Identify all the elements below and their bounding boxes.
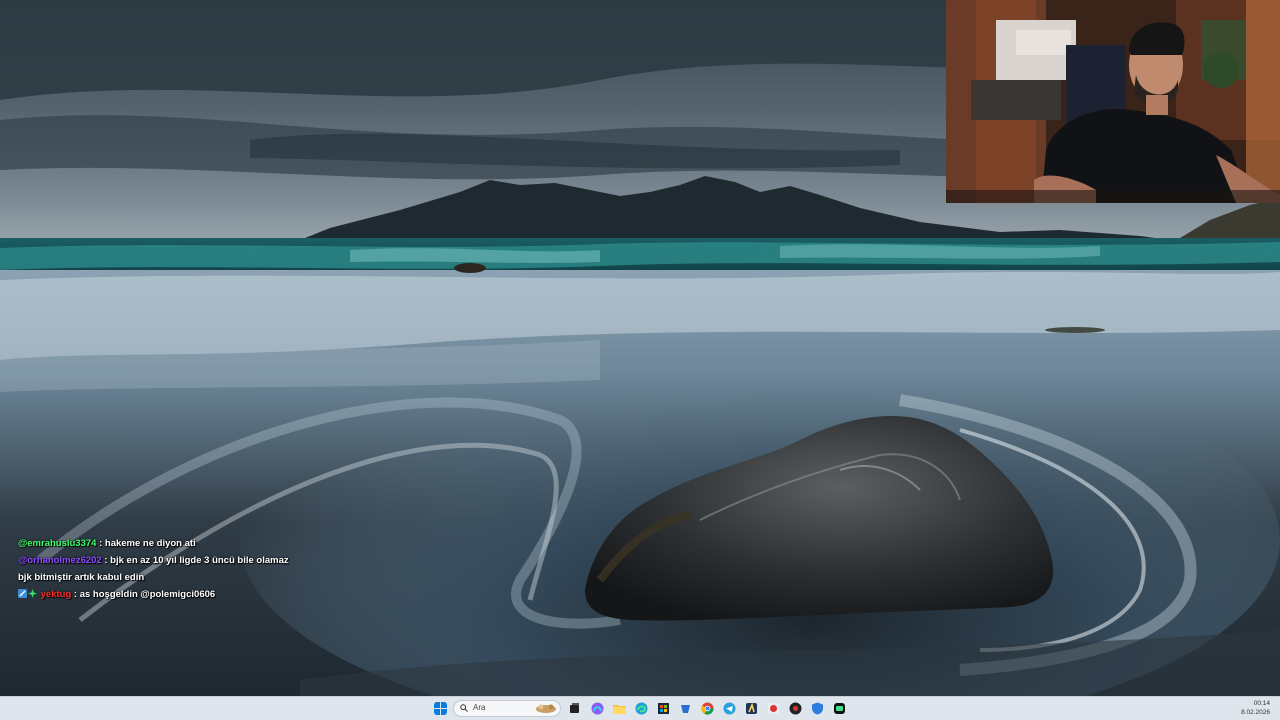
chat-text: bjk en az 10 yıl ligde 3 üncü bile olama… bbox=[110, 555, 289, 566]
chat-text: bjk bitmiştir artık kabul edin bbox=[18, 572, 145, 583]
taskbar: Ara 00:14 8.02.2026 bbox=[0, 696, 1280, 720]
webcam-overlay bbox=[946, 0, 1280, 203]
clock-date: 8.02.2026 bbox=[1241, 709, 1270, 716]
edge-icon[interactable] bbox=[635, 702, 648, 715]
app-icon-2[interactable] bbox=[745, 702, 758, 715]
store-icon[interactable] bbox=[657, 702, 670, 715]
chat-message: @orhanolmez6202 : bjk en az 10 yıl ligde… bbox=[18, 552, 318, 569]
chat-overlay: @emrahuslu3374 : hakeme ne diyon ati @or… bbox=[18, 535, 318, 603]
chat-username: yektug bbox=[40, 589, 72, 600]
chat-text: hakeme ne diyon ati bbox=[104, 538, 196, 549]
sparkle-badge-icon bbox=[28, 589, 37, 598]
telegram-icon[interactable] bbox=[723, 702, 736, 715]
taskbar-search-box[interactable]: Ara bbox=[453, 700, 561, 717]
webcam-feed-image bbox=[946, 0, 1280, 203]
chat-message: yektug : as hoşgeldin @polemigci0606 bbox=[18, 586, 318, 603]
app-icon[interactable] bbox=[679, 702, 692, 715]
chat-text: as hoşgeldin @polemigci0606 bbox=[79, 589, 216, 600]
app-icon-4[interactable] bbox=[789, 702, 802, 715]
chat-username: @emrahuslu3374 bbox=[18, 538, 97, 549]
chat-message-continuation: bjk bitmiştir artık kabul edin bbox=[18, 569, 318, 586]
search-icon bbox=[460, 704, 468, 712]
subscriber-badge-icon bbox=[18, 589, 27, 598]
chat-separator: : bbox=[96, 538, 105, 549]
task-view-icon[interactable] bbox=[568, 702, 581, 715]
search-highlight-image bbox=[536, 704, 556, 713]
chat-message: @emrahuslu3374 : hakeme ne diyon ati bbox=[18, 535, 318, 552]
file-explorer-icon[interactable] bbox=[613, 702, 626, 715]
chat-separator: : bbox=[101, 555, 111, 566]
app-icon-3[interactable] bbox=[767, 702, 780, 715]
windows-start-icon[interactable] bbox=[434, 702, 447, 715]
clock-time: 00:14 bbox=[1253, 700, 1270, 707]
chat-username: @orhanolmez6202 bbox=[18, 555, 102, 566]
desktop: @emrahuslu3374 : hakeme ne diyon ati @or… bbox=[0, 0, 1280, 696]
chat-separator: : bbox=[71, 589, 80, 600]
app-icon-5[interactable] bbox=[833, 702, 846, 715]
security-icon[interactable] bbox=[811, 702, 824, 715]
search-placeholder: Ara bbox=[473, 703, 486, 712]
chrome-icon[interactable] bbox=[701, 702, 714, 715]
copilot-icon[interactable] bbox=[591, 702, 604, 715]
taskbar-clock[interactable]: 00:14 8.02.2026 bbox=[1241, 699, 1270, 717]
